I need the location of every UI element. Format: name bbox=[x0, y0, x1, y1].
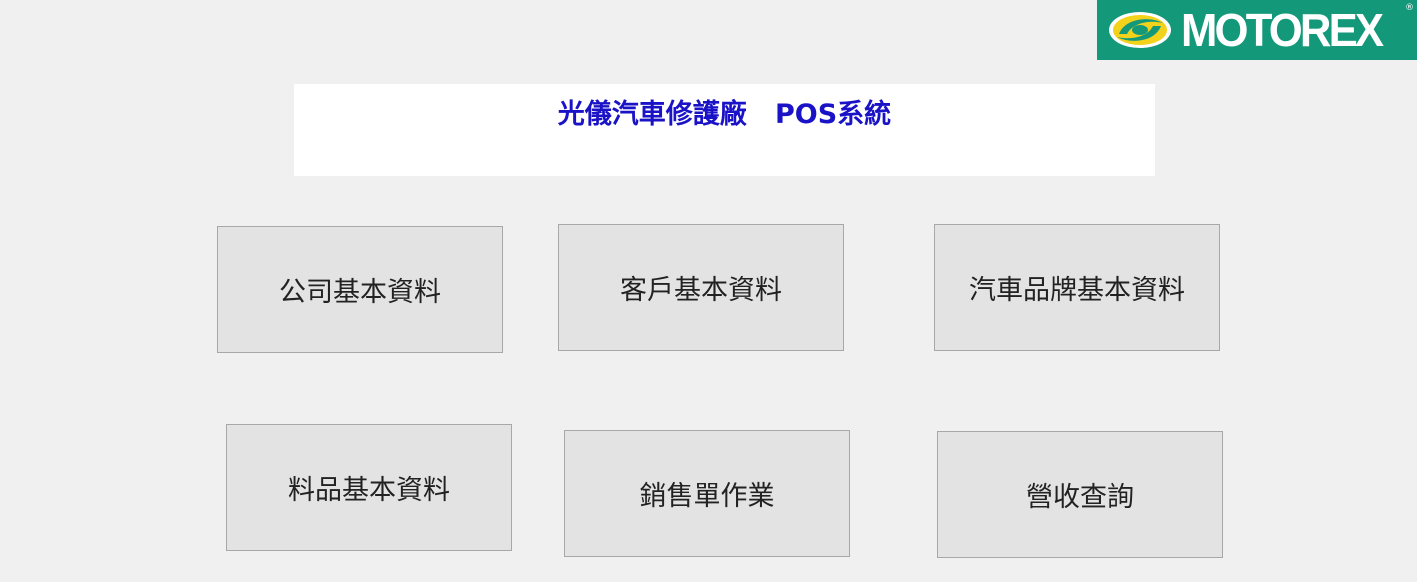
company-info-button[interactable]: 公司基本資料 bbox=[217, 226, 503, 353]
page-title: 光儀汽車修護廠 POS系統 bbox=[557, 99, 892, 130]
motorex-swirl-icon bbox=[1109, 12, 1171, 48]
registered-trademark: ® bbox=[1405, 3, 1414, 13]
motorex-logo: MOTOREX ® bbox=[1097, 0, 1417, 60]
sales-order-button[interactable]: 銷售單作業 bbox=[564, 430, 850, 557]
revenue-query-button[interactable]: 營收查詢 bbox=[937, 431, 1223, 558]
material-info-button[interactable]: 料品基本資料 bbox=[226, 424, 512, 551]
title-banner: 光儀汽車修護廠 POS系統 bbox=[294, 84, 1155, 176]
logo-text: MOTOREX bbox=[1181, 4, 1384, 56]
car-brand-info-button[interactable]: 汽車品牌基本資料 bbox=[934, 224, 1220, 351]
customer-info-button[interactable]: 客戶基本資料 bbox=[558, 224, 844, 351]
